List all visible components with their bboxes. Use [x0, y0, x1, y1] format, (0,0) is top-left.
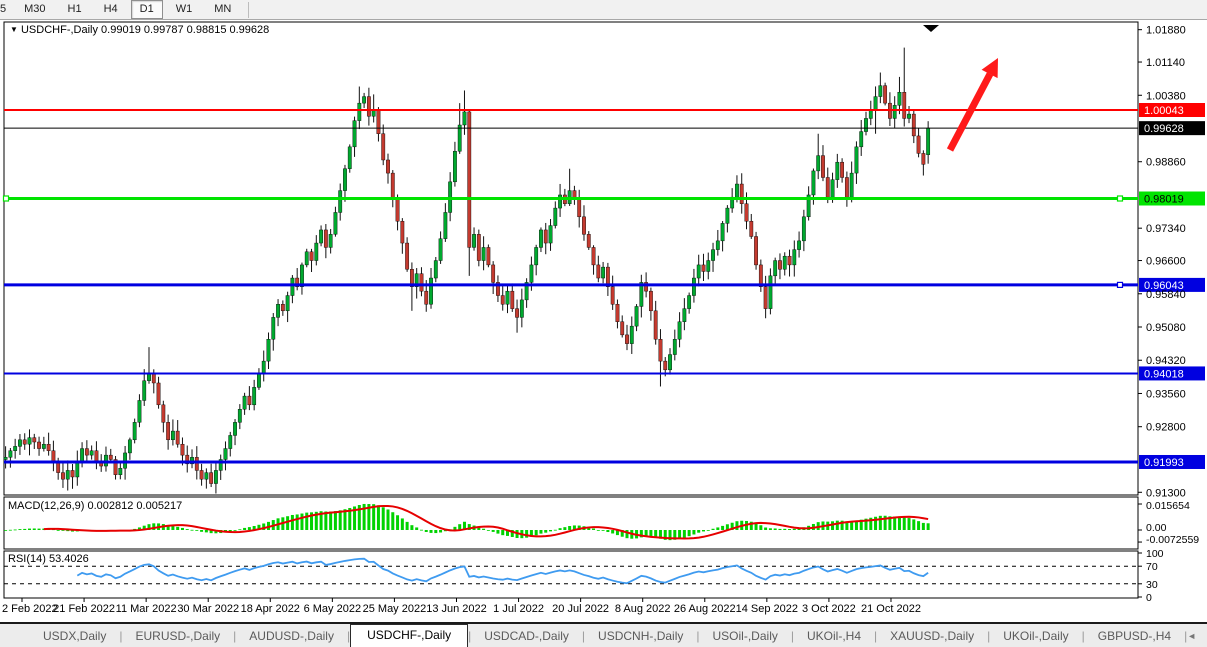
- timeframe-button-d1[interactable]: D1: [131, 0, 163, 19]
- date-axis-label: 1 Jul 2022: [493, 603, 544, 615]
- tab-xauusd-daily[interactable]: XAUUSD-,Daily: [877, 626, 987, 647]
- price-axis-label: 0.91300: [1146, 487, 1186, 499]
- price-axis-label: 0.92800: [1146, 422, 1186, 434]
- macd-axis-label: -0.0072559: [1146, 534, 1199, 546]
- date-axis-label: 26 Aug 2022: [674, 603, 736, 615]
- tab-usdchf-daily[interactable]: USDCHF-,Daily: [350, 624, 468, 647]
- date-axis-label: 20 Jul 2022: [552, 603, 609, 615]
- tab-ukoil-h4[interactable]: UKOil-,H4: [794, 626, 874, 647]
- macd-axis-label: 0.00: [1146, 522, 1167, 534]
- price-axis-label: 0.95840: [1146, 289, 1186, 301]
- rsi-axis-label: 100: [1146, 548, 1164, 560]
- date-axis-label: 21 Oct 2022: [861, 603, 921, 615]
- timeframe-button-mn[interactable]: MN: [205, 0, 240, 19]
- price-badge-label: 0.91993: [1144, 457, 1184, 469]
- date-axis-label: 8 Aug 2022: [615, 603, 671, 615]
- price-axis-label: 0.95080: [1146, 322, 1186, 334]
- price-badge-label: 1.00043: [1144, 105, 1184, 117]
- hline-handle[interactable]: [4, 196, 9, 201]
- chart-symbol-period: USDCHF-,Daily: [21, 24, 98, 36]
- price-axis-label: 0.96600: [1146, 256, 1186, 268]
- price-axis-label: 1.01880: [1146, 25, 1186, 37]
- price-axis-label: 1.01140: [1146, 57, 1185, 69]
- price-badge-label: 0.98019: [1144, 193, 1184, 205]
- tab-scroll-left-icon[interactable]: ◄: [1187, 631, 1196, 641]
- rsi-axis-label: 70: [1146, 561, 1158, 573]
- date-axis-label: 21 Feb 2022: [53, 603, 115, 615]
- rsi-axis-label: 0: [1146, 592, 1152, 604]
- hline-handle[interactable]: [1118, 282, 1123, 287]
- timeframe-button-w1[interactable]: W1: [167, 0, 202, 19]
- mt4-chart-window: 5M30 H1H4D1W1MN ▼ USDCHF-,Daily 0.99019 0…: [0, 0, 1207, 647]
- tab-gbpusd-h4[interactable]: GBPUSD-,H4: [1085, 626, 1184, 647]
- timeframe-button-h4[interactable]: H4: [95, 0, 127, 19]
- chart-pane[interactable]: [4, 22, 1138, 495]
- price-axis-label: 0.94320: [1146, 355, 1186, 367]
- price-axis-label: 0.97340: [1146, 223, 1186, 235]
- date-axis-label: 3 Oct 2022: [802, 603, 856, 615]
- timeframe-button-h1[interactable]: H1: [59, 0, 91, 19]
- price-axis-label: 0.98860: [1146, 157, 1186, 169]
- timeframe-button-clipped[interactable]: 5: [0, 0, 11, 19]
- tab-ukoil-daily[interactable]: UKOil-,Daily: [990, 626, 1081, 647]
- chart-canvas[interactable]: 1.000430.996280.980190.960430.940180.919…: [0, 20, 1207, 622]
- date-axis-label: 11 Mar 2022: [116, 603, 177, 615]
- chart-ohlc-values: 0.99019 0.99787 0.98815 0.99628: [101, 24, 269, 36]
- macd-axis-label: 0.015654: [1146, 500, 1190, 512]
- tab-audusd-daily[interactable]: AUDUSD-,Daily: [236, 626, 347, 647]
- date-axis-label: 6 May 2022: [304, 603, 361, 615]
- timeframe-button-m30[interactable]: M30: [15, 0, 54, 19]
- date-axis-label: 25 May 2022: [363, 603, 427, 615]
- date-axis-label: 2 Feb 2022: [2, 603, 58, 615]
- tab-usoil-daily[interactable]: USOil-,Daily: [700, 626, 791, 647]
- chart-info-line: ▼ USDCHF-,Daily 0.99019 0.99787 0.98815 …: [10, 24, 269, 36]
- price-badge-label: 0.94018: [1144, 368, 1184, 380]
- rsi-indicator-label: RSI(14) 53.4026: [8, 553, 89, 565]
- tab-eurusd-daily[interactable]: EURUSD-,Daily: [122, 626, 233, 647]
- price-badge-label: 0.99628: [1144, 123, 1184, 135]
- date-axis-label: 30 Mar 2022: [177, 603, 239, 615]
- tab-usdcnh-daily[interactable]: USDCNH-,Daily: [585, 626, 696, 647]
- tab-usdx-daily[interactable]: USDX,Daily: [30, 626, 119, 647]
- date-axis-label: 14 Sep 2022: [736, 603, 798, 615]
- toolbar-divider: [248, 2, 249, 18]
- macd-indicator-label: MACD(12,26,9) 0.002812 0.005217: [8, 500, 182, 512]
- symbol-dropdown-icon[interactable]: ▼: [10, 25, 18, 34]
- price-axis-label: 0.93560: [1146, 388, 1186, 400]
- price-axis-label: 1.00380: [1146, 90, 1186, 102]
- date-axis-label: 13 Jun 2022: [426, 603, 487, 615]
- hline-handle[interactable]: [1118, 196, 1123, 201]
- tab-usdcad-daily[interactable]: USDCAD-,Daily: [471, 626, 582, 647]
- timeframe-toolbar: 5M30 H1H4D1W1MN: [0, 0, 1207, 20]
- date-axis-label: 18 Apr 2022: [241, 603, 300, 615]
- rsi-axis-label: 30: [1146, 579, 1158, 591]
- symbol-tab-bar: USDX,Daily|EURUSD-,Daily|AUDUSD-,Daily|U…: [0, 622, 1207, 647]
